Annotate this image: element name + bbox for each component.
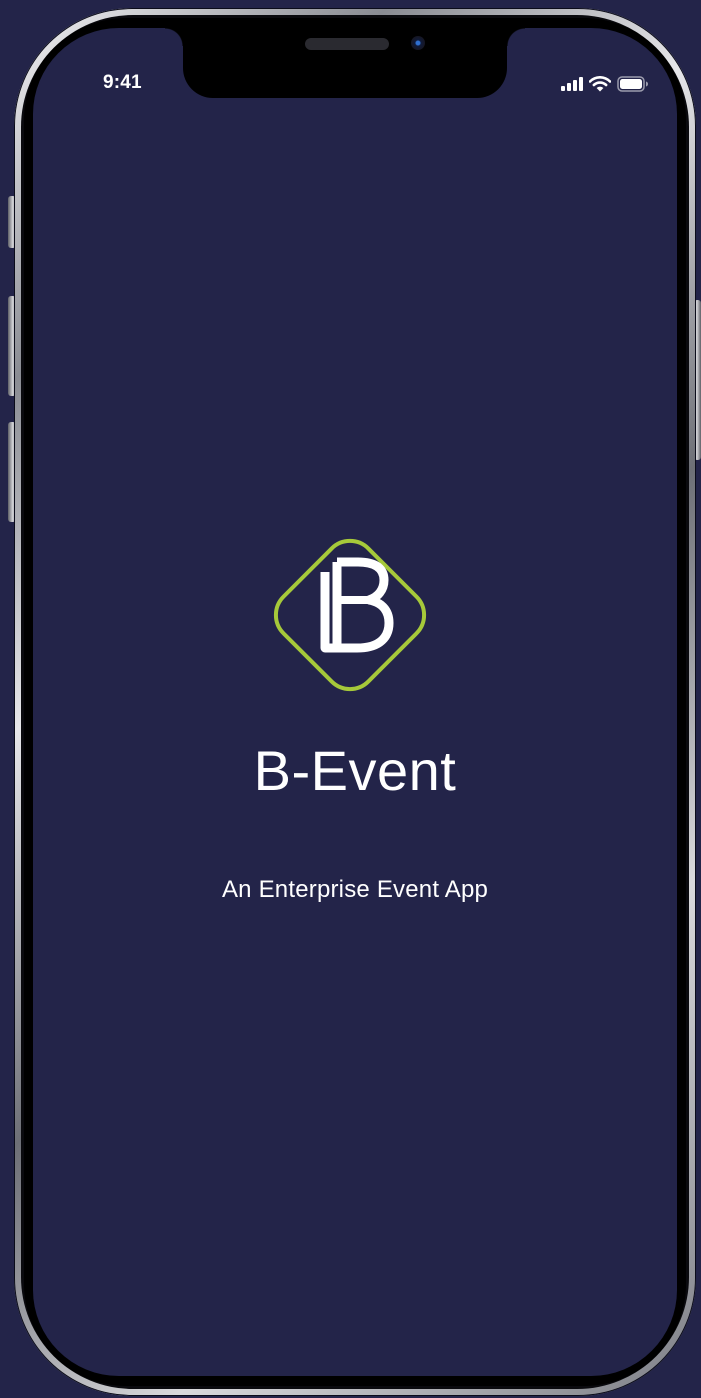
status-icons xyxy=(561,76,649,92)
status-time: 9:41 xyxy=(103,72,142,93)
b-event-logo-icon xyxy=(273,538,427,692)
front-camera-icon xyxy=(411,36,425,50)
splash-screen: 9:41 B-Event An Enterprise Event App xyxy=(33,28,677,1376)
phone-frame: 9:41 B-Event An Enterprise Event App xyxy=(14,8,696,1396)
battery-icon xyxy=(617,76,648,92)
cellular-signal-icon xyxy=(561,77,583,91)
notch xyxy=(165,28,525,98)
app-tagline: An Enterprise Event App xyxy=(221,876,489,903)
earpiece-speaker xyxy=(305,38,389,50)
app-name: B-Event xyxy=(253,739,457,802)
page-background: 9:41 B-Event An Enterprise Event App xyxy=(0,0,701,1398)
wifi-icon xyxy=(589,76,611,92)
